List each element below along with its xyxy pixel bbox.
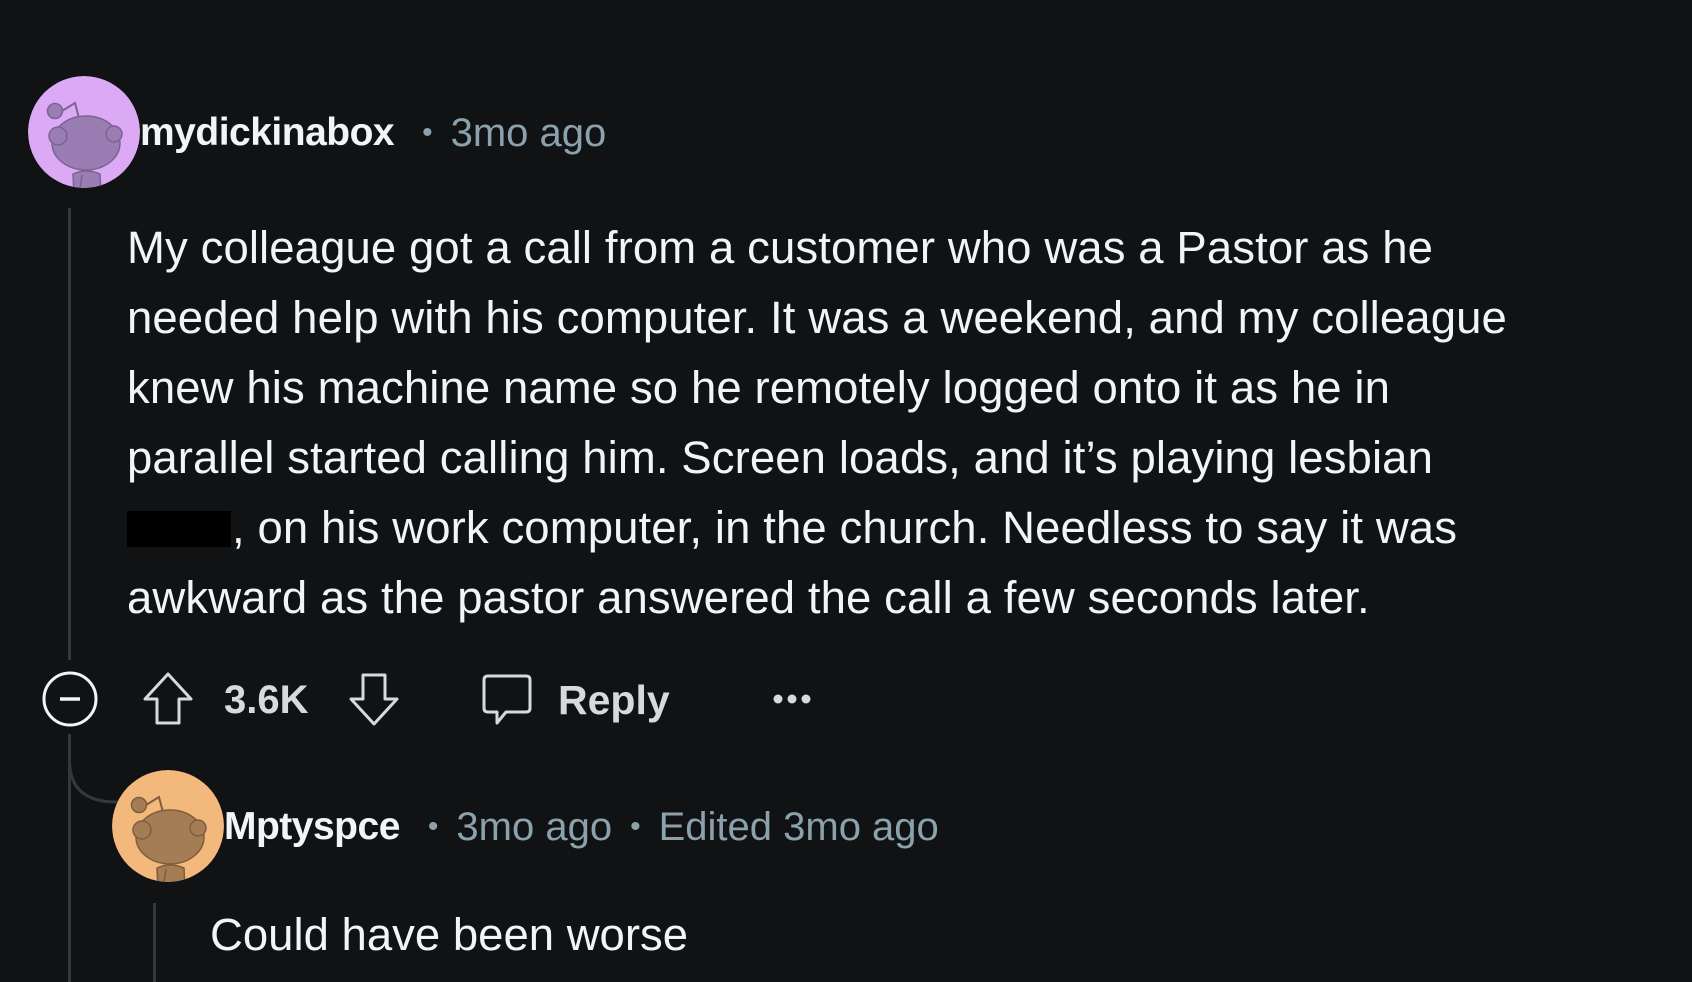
comment-action-bar: 3.6K Reply [0,665,900,735]
upvote-button[interactable] [140,669,196,729]
username[interactable]: Mptyspce [224,805,400,849]
more-options-button[interactable] [768,679,816,719]
edited-timestamp: Edited 3mo ago [658,804,939,849]
thread-line-reply[interactable] [153,903,156,982]
redacted-block [127,511,231,547]
comment-body-line: needed help with his computer. It was a … [127,292,1507,343]
reply-button[interactable]: Reply [480,669,670,731]
vote-count: 3.6K [224,677,309,722]
reply-label: Reply [558,676,670,723]
collapse-button[interactable] [40,669,100,729]
separator-dot: • [630,810,641,843]
snoo-avatar-icon [28,76,140,188]
comment-body-line: My colleague got a call from a customer … [127,222,1434,273]
downvote-arrow-icon [349,673,399,726]
username[interactable]: mydickinabox [140,111,395,155]
snoo-avatar-icon [112,770,224,882]
comment-body-line: knew his machine name so he remotely log… [127,362,1391,413]
upvote-arrow-icon [143,672,193,725]
downvote-button[interactable] [346,669,402,729]
collapse-minus-icon [42,671,98,727]
comment-header: Mptyspce • 3mo ago • Edited 3mo ago [224,802,939,852]
avatar[interactable] [28,76,140,188]
comment-body: Could have been worse [210,909,689,960]
comment-bubble-icon [482,674,532,725]
thread-line-main-upper[interactable] [68,208,71,660]
comment-body-line-with-redaction: , on his work computer, in the church. N… [127,493,1687,563]
timestamp[interactable]: 3mo ago [456,805,612,850]
comment-header: mydickinabox • 3mo ago [140,108,606,158]
separator-dot: • [422,116,433,149]
comment-body-line: parallel started calling him. Screen loa… [127,432,1433,483]
comment-body-line: , on his work computer, in the church. N… [232,502,1458,553]
avatar[interactable] [112,770,224,882]
ellipsis-icon [773,694,811,704]
comment-body-line: awkward as the pastor answered the call … [127,572,1370,623]
timestamp[interactable]: 3mo ago [451,111,607,156]
comment-body: My colleague got a call from a customer … [127,213,1687,633]
separator-dot: • [427,810,439,843]
